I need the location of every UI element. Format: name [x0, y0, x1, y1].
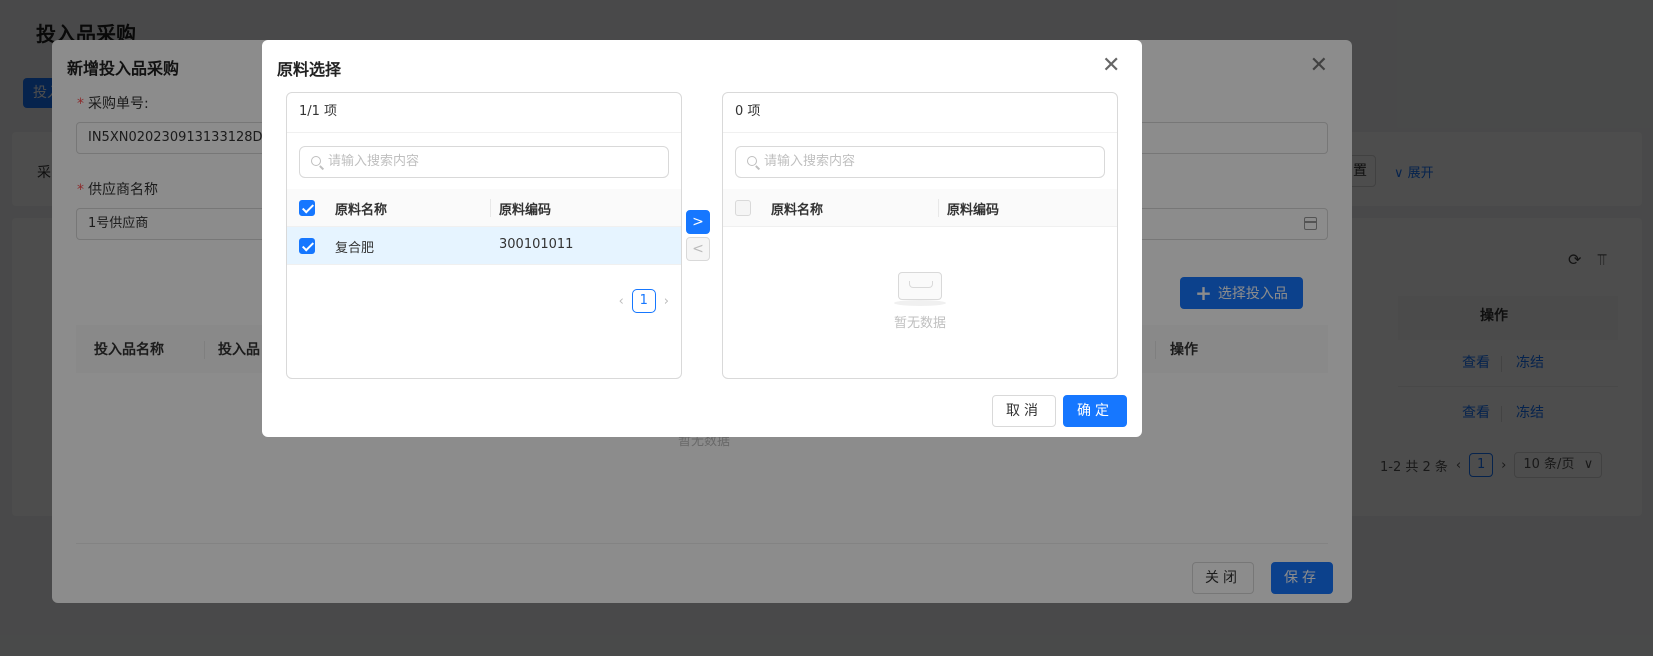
- target-count: 0 项: [723, 93, 1117, 133]
- cancel-button[interactable]: 取消: [992, 395, 1056, 427]
- col-separator: [938, 199, 939, 217]
- move-right-button[interactable]: >: [686, 210, 710, 234]
- modal-title: 原料选择: [277, 60, 342, 79]
- target-search-input[interactable]: 请输入搜索内容: [735, 146, 1105, 178]
- source-pagination: ‹ 1 ›: [619, 289, 669, 313]
- col-material-name: 原料名称: [335, 203, 388, 218]
- material-select-modal: 原料选择 ✕ 1/1 项 请输入搜索内容 原料名称 原料编码 复合肥 30010…: [262, 40, 1142, 437]
- next-page-icon[interactable]: ›: [664, 294, 669, 309]
- search-icon: [747, 156, 757, 166]
- confirm-button[interactable]: 确定: [1063, 395, 1127, 427]
- source-count: 1/1 项: [287, 93, 681, 133]
- source-search-input[interactable]: 请输入搜索内容: [299, 146, 669, 178]
- prev-page-icon[interactable]: ‹: [619, 294, 624, 309]
- transfer-source-list: 1/1 项 请输入搜索内容 原料名称 原料编码 复合肥 300101011 ‹ …: [286, 92, 682, 379]
- move-left-button[interactable]: <: [686, 237, 710, 261]
- col-separator: [490, 199, 491, 217]
- material-name: 复合肥: [335, 241, 375, 256]
- col-material-name: 原料名称: [771, 203, 824, 218]
- close-icon[interactable]: ✕: [1102, 55, 1120, 77]
- empty-text: 暂无数据: [893, 316, 946, 331]
- search-placeholder: 请输入搜索内容: [764, 154, 856, 169]
- empty-state: 暂无数据: [723, 268, 1117, 331]
- transfer-target-list: 0 项 请输入搜索内容 原料名称 原料编码 暂无数据: [722, 92, 1118, 379]
- search-placeholder: 请输入搜索内容: [328, 154, 420, 169]
- select-all-checkbox[interactable]: [735, 200, 751, 216]
- search-icon: [311, 156, 321, 166]
- current-page[interactable]: 1: [631, 289, 656, 313]
- target-table-header: 原料名称 原料编码: [723, 189, 1117, 227]
- row-checkbox[interactable]: [299, 238, 315, 254]
- select-all-checkbox[interactable]: [299, 200, 315, 216]
- source-table-header: 原料名称 原料编码: [287, 189, 681, 227]
- col-material-code: 原料编码: [947, 203, 1000, 218]
- empty-inbox-icon: [894, 268, 946, 306]
- table-row[interactable]: 复合肥 300101011: [287, 227, 681, 265]
- material-code: 300101011: [499, 237, 574, 252]
- col-material-code: 原料编码: [499, 203, 552, 218]
